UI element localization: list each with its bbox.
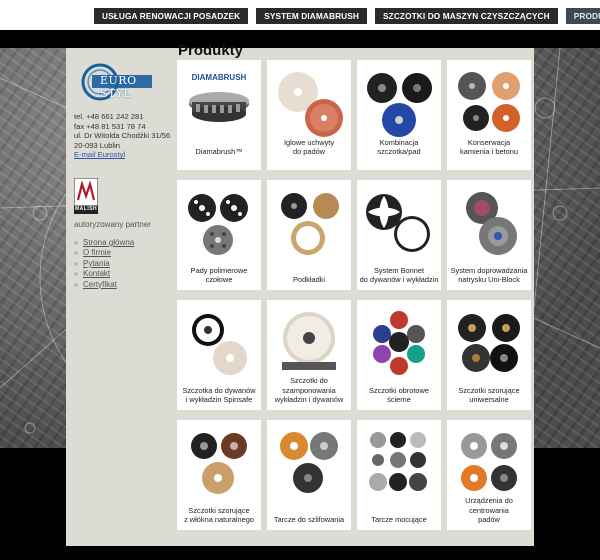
- nav-item-szczotki[interactable]: SZCZOTKI DO MASZYN CZYSZCZĄCYCH: [375, 8, 558, 24]
- logo-text: EURO STYL: [100, 74, 137, 100]
- abrasive-brush-image: [373, 311, 425, 375]
- grinding-disc-image: [280, 432, 338, 493]
- product-label: Pady polimerowe czołowe: [190, 265, 248, 284]
- email-link[interactable]: E-mail Eurostyl: [74, 150, 125, 159]
- spinsafe-brush-image: [192, 314, 247, 375]
- product-card-uni-block[interactable]: System doprowadzania natrysku Uni-Block: [447, 180, 531, 290]
- left-sidebar: EURO STYL tel. +48 661 242 281 fax +48 8…: [66, 48, 172, 546]
- product-label: Tarcze do szlifowania: [273, 514, 345, 524]
- product-label: Podkładki: [292, 274, 326, 284]
- product-label: Diamabrush™: [195, 146, 243, 156]
- page-title: Produkty: [178, 42, 244, 59]
- product-card-konserwacja[interactable]: Konserwacja kamienia i betonu: [447, 60, 531, 170]
- sidebar-link-contact[interactable]: Kontakt: [74, 269, 134, 280]
- product-card-tarcze-mocujace[interactable]: Tarcze mocujące: [357, 420, 441, 530]
- brush-pad-combo-image: [367, 73, 432, 137]
- diamabrush-brand-text: DIAMABRUSH: [192, 73, 247, 82]
- product-card-kombinacja[interactable]: Kombinacja szczotka/pad: [357, 60, 441, 170]
- top-navigation: USŁUGA RENOWACJI POSADZEK SYSTEM DIAMABR…: [94, 8, 600, 24]
- mounting-disc-image: [369, 432, 427, 491]
- product-label: Iglowe uchwyty do padów: [283, 137, 335, 156]
- product-card-wlokno-naturalne[interactable]: Szczotki szorujące z włókna naturalnego: [177, 420, 261, 530]
- product-card-bonnet[interactable]: System Bonnet do dywanów i wykładzin: [357, 180, 441, 290]
- polymer-pads-image: [188, 194, 248, 255]
- nav-item-renowacja[interactable]: USŁUGA RENOWACJI POSADZEK: [94, 8, 249, 24]
- product-label: Konserwacja kamienia i betonu: [460, 137, 518, 156]
- product-card-spinsafe[interactable]: Szczotka do dywanów i wykładzin Spinsafe: [177, 300, 261, 410]
- product-label: Szczotki do szamponowania wykładzin i dy…: [274, 376, 344, 404]
- header-black-band: [0, 30, 600, 48]
- sidebar-link-certificate[interactable]: Certyfikat: [74, 280, 134, 291]
- malish-logo-text: MALISH: [75, 206, 98, 212]
- address-street: ul. Dr Witolda Chodźki 31/56: [74, 131, 171, 141]
- product-card-obrotowe-scierne[interactable]: Szczotki obrotowe ścierne: [357, 300, 441, 410]
- nav-item-produkty[interactable]: PRODUKTY: [565, 8, 600, 24]
- stone-care-image: [458, 72, 520, 132]
- sidebar-link-faq[interactable]: Pytania: [74, 259, 134, 270]
- partner-label: autoryzowany partner: [74, 220, 151, 229]
- product-card-szorujace-uniwersalne[interactable]: Szczotki szorujące uniwersalne: [447, 300, 531, 410]
- main-content: Produkty DIAMABRUSH Diamabrush™ Iglowe u…: [172, 42, 534, 546]
- product-grid: DIAMABRUSH Diamabrush™ Iglowe uchwyty do…: [177, 60, 531, 530]
- universal-scrub-brush-image: [458, 314, 520, 372]
- product-label: Urządzenia do centrowania padów: [465, 496, 513, 524]
- product-label: System doprowadzania natrysku Uni-Block: [450, 265, 528, 284]
- fax-text: fax +48 81 531 78 74: [74, 121, 146, 131]
- product-label: Kombinacja szczotka/pad: [377, 137, 421, 156]
- address-city: 20-093 Lublin: [74, 140, 121, 150]
- uni-block-image: [466, 192, 517, 255]
- product-card-iglowe-uchwyty[interactable]: Iglowe uchwyty do padów: [267, 60, 351, 170]
- pads-image: [281, 193, 339, 255]
- shampoo-brush-image: [282, 312, 336, 370]
- sidebar-link-about[interactable]: O firmie: [74, 248, 134, 259]
- pad-centering-image: [461, 433, 517, 491]
- product-label: System Bonnet do dywanów i wykładzin: [359, 265, 439, 284]
- product-card-szamponowanie[interactable]: Szczotki do szamponowania wykładzin i dy…: [267, 300, 351, 410]
- product-label: Szczotki obrotowe ścierne: [369, 385, 429, 404]
- product-card-centrowanie[interactable]: Urządzenia do centrowania padów: [447, 420, 531, 530]
- product-card-podkladki[interactable]: Podkładki: [267, 180, 351, 290]
- product-label: Szczotka do dywanów i wykładzin Spinsafe: [182, 385, 256, 404]
- product-label: Szczotki szorujące uniwersalne: [458, 385, 520, 404]
- bonnet-system-image: [366, 194, 430, 252]
- product-label: Szczotki szorujące z włókna naturalnego: [184, 505, 254, 524]
- diamabrush-image: DIAMABRUSH: [189, 73, 249, 122]
- contact-info: tel. +48 661 242 281 fax +48 81 531 78 7…: [74, 112, 170, 160]
- sidebar-link-home[interactable]: Strona główna: [74, 238, 134, 249]
- pad-holder-image: [278, 72, 343, 137]
- eurostyl-logo[interactable]: EURO STYL: [80, 62, 158, 102]
- natural-fiber-brush-image: [191, 433, 247, 494]
- sidebar-links: Strona główna O firmie Pytania Kontakt C…: [74, 238, 134, 290]
- nav-item-diamabrush[interactable]: SYSTEM DIAMABRUSH: [256, 8, 368, 24]
- product-card-pady-polimerowe[interactable]: Pady polimerowe czołowe: [177, 180, 261, 290]
- product-card-diamabrush[interactable]: DIAMABRUSH Diamabrush™: [177, 60, 261, 170]
- product-card-tarcze-szlifowania[interactable]: Tarcze do szlifowania: [267, 420, 351, 530]
- phone-text: tel. +48 661 242 281: [74, 112, 144, 121]
- product-label: Tarcze mocujące: [371, 514, 427, 524]
